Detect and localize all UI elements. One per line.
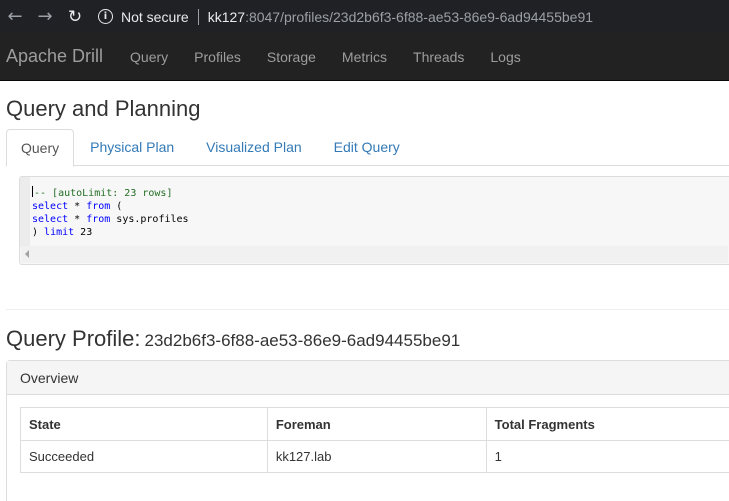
sql-comment: -- [autoLimit: 23 rows] (34, 188, 173, 199)
section-divider (6, 309, 729, 310)
column-header-foreman: Foreman (266, 407, 487, 441)
nav-item-query[interactable]: Query (117, 49, 181, 65)
url-path: :8047/profiles/23d2b6f3-6f88-ae53-86e9-6… (245, 8, 594, 25)
sql-text: ) (32, 227, 45, 238)
nav-item-metrics[interactable]: Metrics (329, 49, 400, 65)
query-editor[interactable]: -- [autoLimit: 23 rows] select * from ( … (19, 176, 729, 265)
plan-tabs: Query Physical Plan Visualized Plan Edit… (6, 129, 729, 167)
nav-item-logs[interactable]: Logs (477, 49, 533, 65)
cell-total-fragments: 1 (485, 440, 729, 473)
info-icon[interactable]: i (98, 9, 113, 24)
column-header-total-fragments: Total Fragments (485, 407, 729, 441)
cell-state: Succeeded (20, 440, 268, 473)
overview-heading: Overview (7, 361, 729, 395)
tab-edit-query[interactable]: Edit Query (318, 129, 416, 166)
nav-item-profiles[interactable]: Profiles (181, 49, 254, 65)
app-navbar: Apache Drill Query Profiles Storage Metr… (0, 33, 729, 81)
table-header-row: State Foreman Total Fragments (20, 407, 729, 441)
forward-arrow-icon[interactable]: → (34, 6, 56, 28)
query-profile-label: Query Profile: (6, 326, 141, 351)
brand-link[interactable]: Apache Drill (6, 46, 103, 67)
overview-table: State Foreman Total Fragments Succeeded … (20, 407, 729, 473)
scroll-left-arrow-icon[interactable] (25, 250, 29, 258)
tab-query[interactable]: Query (6, 129, 75, 167)
sql-text: 23 (74, 227, 93, 238)
text-cursor (32, 186, 33, 197)
sql-keyword: select (32, 201, 69, 212)
address-bar[interactable]: i Not secure kk127:8047/profiles/23d2b6f… (98, 0, 593, 33)
nav-item-storage[interactable]: Storage (254, 49, 329, 65)
security-label: Not secure (121, 8, 189, 25)
query-text: -- [autoLimit: 23 rows] select * from ( … (32, 186, 189, 239)
page-title: Query and Planning (6, 96, 201, 121)
table-row: Succeeded kk127.lab 1 (20, 440, 729, 473)
back-arrow-icon[interactable]: ← (4, 6, 26, 28)
sql-keyword: select (32, 214, 69, 225)
url-host: kk127 (207, 8, 246, 25)
editor-gutter (20, 177, 30, 247)
sql-text: * (68, 201, 87, 212)
sql-text: ( (110, 201, 123, 212)
column-header-state: State (20, 407, 268, 441)
sql-keyword: from (86, 214, 111, 225)
horizontal-scrollbar[interactable] (21, 246, 728, 263)
sql-keyword: from (86, 201, 111, 212)
browser-toolbar: ← → ↻ i Not secure kk127:8047/profiles/2… (0, 0, 729, 33)
sql-keyword: limit (44, 227, 75, 238)
query-id: 23d2b6f3-6f88-ae53-86e9-6ad94455be91 (144, 331, 461, 350)
query-profile-heading: Query Profile: 23d2b6f3-6f88-ae53-86e9-6a… (6, 326, 460, 352)
sql-text: sys.profiles (110, 214, 189, 225)
sql-text: * (68, 214, 87, 225)
tab-physical-plan[interactable]: Physical Plan (74, 129, 190, 166)
omnibox-divider (197, 8, 199, 25)
tab-visualized-plan[interactable]: Visualized Plan (190, 129, 317, 166)
cell-foreman: kk127.lab (266, 440, 487, 473)
reload-icon[interactable]: ↻ (64, 6, 86, 28)
nav-item-threads[interactable]: Threads (400, 49, 477, 65)
